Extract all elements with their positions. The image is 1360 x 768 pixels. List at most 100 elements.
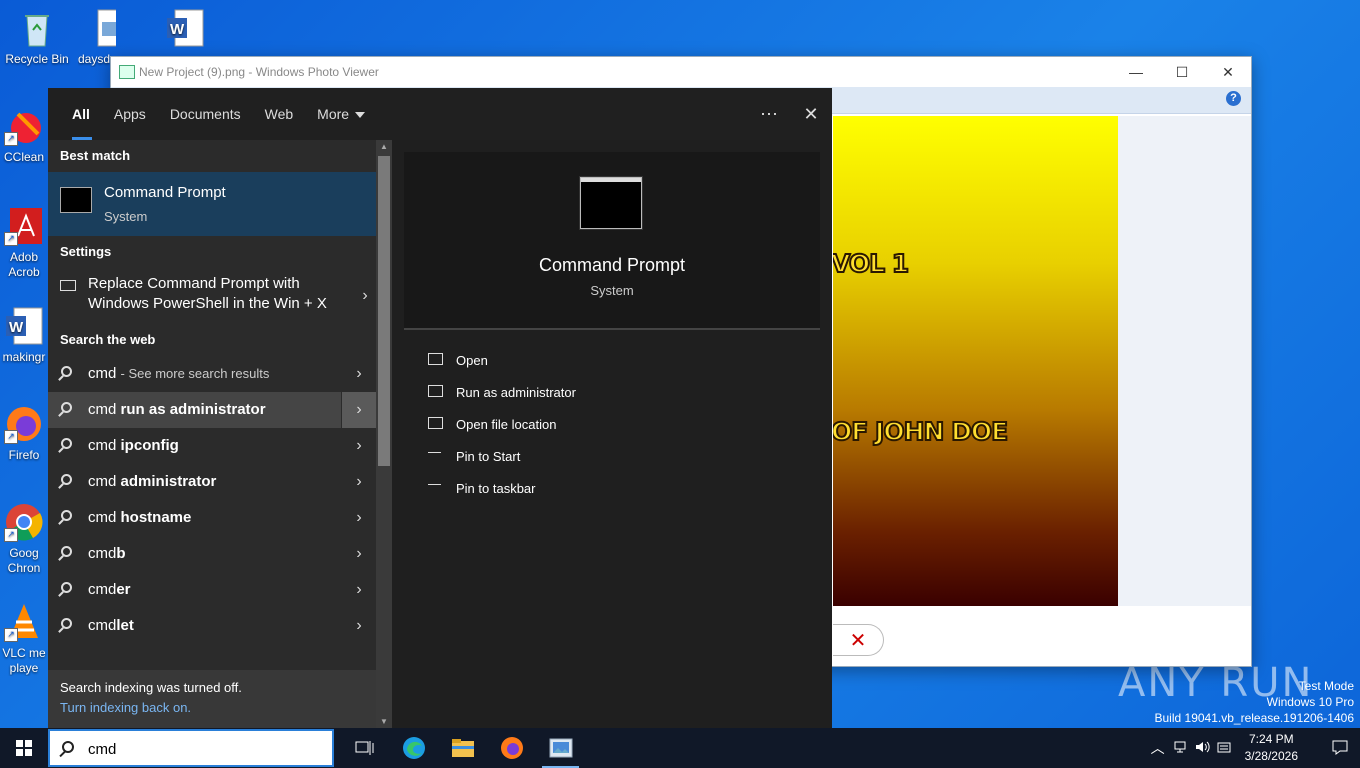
web-query: cmd — [88, 365, 117, 382]
watermark-line: Windows 10 Pro — [1266, 695, 1354, 709]
action-pin-to-taskbar[interactable]: Pin to taskbar — [404, 472, 820, 504]
firefox-button[interactable] — [487, 728, 536, 768]
preview-header: Command Prompt System — [404, 152, 820, 330]
web-result-item[interactable]: cmdb › — [48, 536, 376, 572]
tab-all[interactable]: All — [60, 88, 102, 140]
start-button[interactable] — [0, 728, 48, 768]
edge-icon — [402, 737, 425, 759]
suggestion-completion: administrator — [120, 473, 217, 490]
desktop-icon-word-doc[interactable]: W — [150, 8, 220, 52]
section-heading: Search the web — [60, 332, 156, 347]
close-search-button[interactable]: ✕ — [790, 88, 832, 140]
suggestion-prefix: cmd — [88, 545, 117, 562]
chevron-right-icon[interactable]: › — [342, 608, 376, 644]
web-result-item[interactable]: cmd run as administrator › — [48, 392, 376, 428]
desktop-icon-vlc[interactable]: ↗ VLC me playe — [0, 602, 48, 676]
delete-button[interactable]: ✕ — [833, 624, 884, 656]
notification-icon — [1332, 740, 1348, 755]
web-result-item[interactable]: cmd ipconfig › — [48, 428, 376, 464]
desktop-icon-ccleaner[interactable]: ↗ CClean — [0, 106, 48, 165]
window-titlebar[interactable]: New Project (9).png - Windows Photo View… — [111, 57, 1251, 87]
word-doc-icon: W — [165, 8, 205, 48]
desktop-icon-chrome[interactable]: ↗ Goog Chron — [0, 502, 48, 576]
ccleaner-icon: ↗ — [4, 106, 44, 146]
show-hidden-icons-button[interactable]: ︿ — [1147, 738, 1169, 758]
search-icon — [61, 366, 72, 377]
preview-app-name: Command Prompt — [538, 255, 686, 275]
shortcut-arrow-icon: ↗ — [4, 628, 18, 642]
desktop-icon-makingr[interactable]: W makingr — [0, 306, 48, 365]
settings-item-label: Replace Command Prompt with Windows Powe… — [88, 275, 327, 312]
notifications-button[interactable] — [1320, 739, 1360, 758]
tab-documents[interactable]: Documents — [158, 88, 253, 140]
desktop-icon-recycle-bin[interactable]: Recycle Bin — [2, 8, 72, 67]
chevron-right-icon: › — [362, 287, 368, 304]
web-result-item[interactable]: cmder › — [48, 572, 376, 608]
window-title: New Project (9).png - Windows Photo View… — [139, 65, 379, 79]
minimize-button[interactable]: — — [1113, 57, 1159, 87]
chevron-right-icon[interactable]: › — [342, 428, 376, 464]
recycle-bin-icon — [17, 8, 57, 48]
action-pin-to-start[interactable]: Pin to Start — [404, 440, 820, 472]
chevron-right-icon[interactable]: › — [342, 500, 376, 536]
action-open[interactable]: Open — [404, 344, 820, 376]
search-icon — [61, 438, 72, 449]
keyboard-icon[interactable] — [1213, 740, 1235, 757]
search-icon — [61, 402, 72, 413]
scroll-up-icon[interactable]: ▲ — [376, 142, 392, 151]
scroll-down-icon[interactable]: ▼ — [376, 717, 392, 726]
pin-icon — [428, 452, 441, 459]
chevron-right-icon[interactable]: › — [342, 572, 376, 608]
action-run-as-admin[interactable]: Run as administrator — [404, 376, 820, 408]
turn-indexing-on-link[interactable]: Turn indexing back on. — [60, 700, 191, 715]
tab-apps[interactable]: Apps — [102, 88, 158, 140]
preview-app-type: System — [590, 283, 634, 298]
search-input[interactable]: cmd — [88, 741, 116, 758]
chevron-right-icon[interactable]: › — [342, 536, 376, 572]
firefox-icon — [500, 737, 523, 759]
clock[interactable]: 7:24 PM 3/28/2026 — [1245, 731, 1298, 765]
pin-icon — [428, 484, 441, 491]
settings-item[interactable]: Replace Command Prompt with Windows Powe… — [48, 268, 376, 324]
photo-viewer-taskbar-button[interactable] — [536, 728, 585, 768]
folder-icon — [428, 417, 443, 429]
shortcut-arrow-icon: ↗ — [4, 132, 18, 146]
results-scrollbar[interactable]: ▲ ▼ — [376, 140, 392, 728]
tab-web[interactable]: Web — [253, 88, 306, 140]
web-result-item[interactable]: cmd administrator › — [48, 464, 376, 500]
desktop-icon-acrobat[interactable]: ↗ Adob Acrob — [0, 206, 48, 280]
chevron-right-icon[interactable]: › — [341, 392, 376, 428]
more-options-button[interactable]: ⋯ — [748, 88, 790, 140]
network-icon[interactable] — [1169, 740, 1191, 757]
suggestion-completion: er — [116, 581, 131, 598]
desktop-icon-label: daysd — [78, 52, 111, 66]
web-result-item[interactable]: cmdlet › — [48, 608, 376, 644]
action-open-file-location[interactable]: Open file location — [404, 408, 820, 440]
vlc-icon: ↗ — [4, 602, 44, 642]
web-result-item[interactable]: cmd - See more search results › — [48, 356, 376, 392]
best-match-item[interactable]: Command Prompt System — [48, 172, 376, 236]
system-tray: ︿ 7:24 PM 3/28/2026 — [1147, 728, 1360, 768]
file-explorer-button[interactable] — [438, 728, 487, 768]
tab-more[interactable]: More — [305, 88, 377, 140]
taskbar-search-box[interactable]: cmd — [48, 729, 334, 767]
volume-icon[interactable] — [1191, 740, 1213, 757]
section-heading: Best match — [60, 148, 131, 163]
shortcut-arrow-icon: ↗ — [4, 528, 18, 542]
desktop-icon-firefox[interactable]: ↗ Firefo — [0, 404, 48, 463]
scrollbar-thumb[interactable] — [378, 156, 390, 466]
edge-button[interactable] — [389, 728, 438, 768]
chevron-right-icon[interactable]: › — [342, 464, 376, 500]
shield-icon — [428, 385, 443, 397]
web-result-item[interactable]: cmd hostname › — [48, 500, 376, 536]
suggestion-prefix: cmd — [88, 617, 117, 634]
search-tabs: All Apps Documents Web More ⋯ ✕ — [48, 88, 832, 140]
maximize-button[interactable]: ☐ — [1159, 57, 1205, 87]
search-panel: All Apps Documents Web More ⋯ ✕ Best mat… — [48, 88, 832, 728]
watermark-line: Build 19041.vb_release.191206-1406 — [1154, 711, 1355, 725]
help-icon[interactable]: ? — [1226, 91, 1241, 106]
close-button[interactable]: ✕ — [1205, 57, 1251, 87]
task-view-button[interactable] — [340, 728, 389, 768]
chevron-right-icon[interactable]: › — [342, 356, 376, 392]
clock-time: 7:24 PM — [1248, 732, 1294, 746]
